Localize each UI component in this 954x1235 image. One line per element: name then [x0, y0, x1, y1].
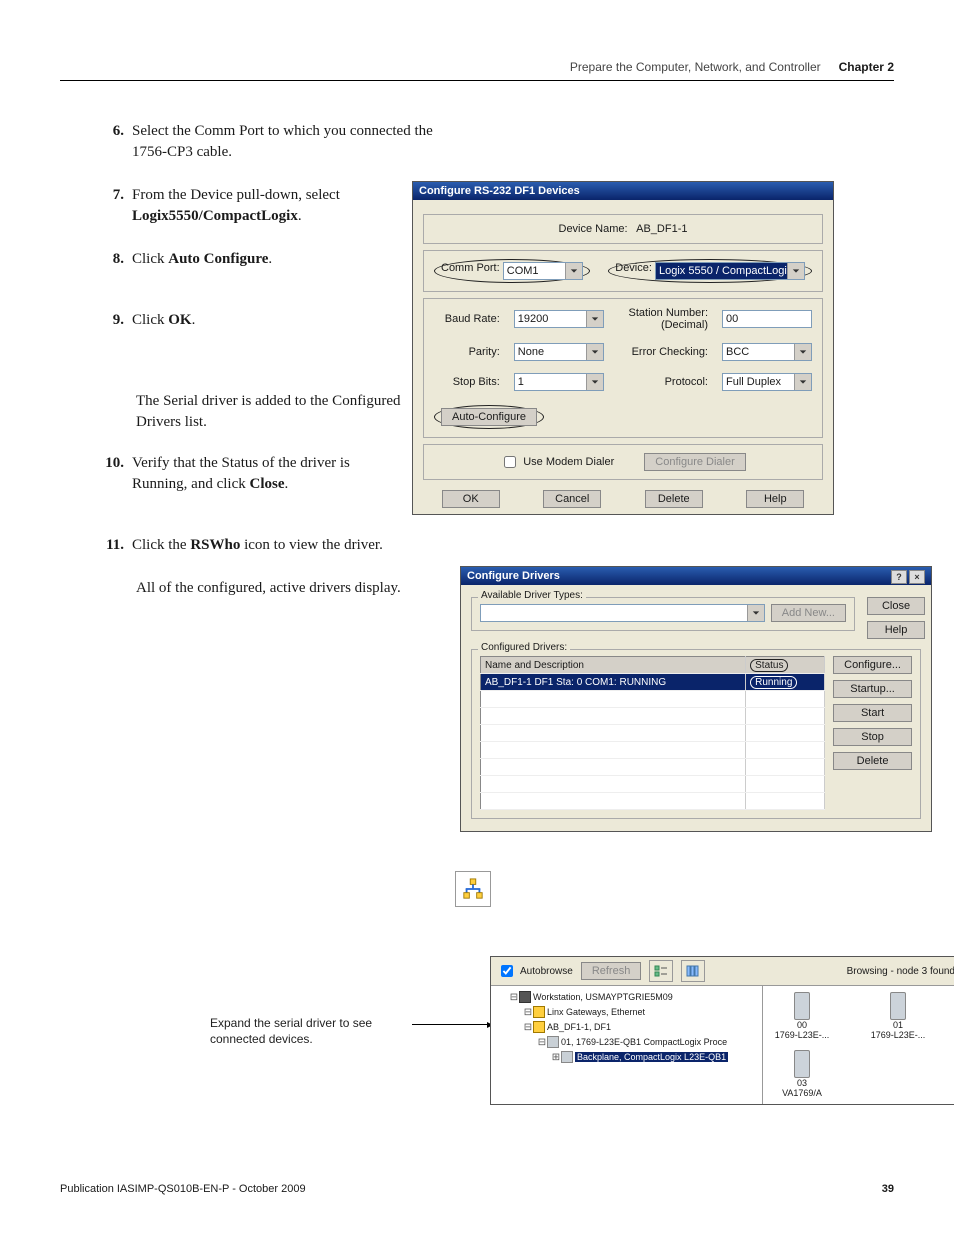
- device-tree[interactable]: ⊟Workstation, USMAYPTGRIE5M09 ⊟Linx Gate…: [491, 986, 763, 1104]
- step-11: 11. Click the RSWho icon to view the dri…: [100, 535, 400, 556]
- chevron-down-icon: [586, 311, 603, 327]
- annotation-expand: Expand the serial driver to see connecte…: [210, 1016, 410, 1047]
- chapter-title: Prepare the Computer, Network, and Contr…: [570, 60, 821, 74]
- module-icon: [794, 1050, 810, 1078]
- use-modem-checkbox[interactable]: Use Modem Dialer: [500, 453, 614, 471]
- table-row[interactable]: [481, 691, 825, 708]
- module-icon: [794, 992, 810, 1020]
- help-icon[interactable]: ?: [891, 570, 907, 584]
- icon-view-icon[interactable]: [681, 960, 705, 982]
- driver-type-combo[interactable]: [480, 604, 765, 622]
- page-number: 39: [882, 1183, 894, 1195]
- network-icon: [533, 1021, 545, 1033]
- workstation-icon: [519, 991, 531, 1003]
- dialog-configure-df1: Configure RS-232 DF1 Devices Device Name…: [412, 181, 834, 515]
- help-button-2[interactable]: Help: [867, 621, 925, 639]
- step-8: 8. Click Auto Configure.: [100, 249, 460, 270]
- backplane-icon: [561, 1051, 573, 1063]
- note-serial-driver: The Serial driver is added to the Config…: [136, 391, 436, 433]
- note-drivers-display: All of the configured, active drivers di…: [136, 578, 436, 599]
- comm-port-callout: Comm Port: COM1: [434, 259, 590, 283]
- proto-combo[interactable]: Full Duplex: [722, 373, 812, 391]
- delete-driver-button[interactable]: Delete: [833, 752, 912, 770]
- device-icon: [547, 1036, 559, 1048]
- device-00[interactable]: 00 1769-L23E-...: [767, 992, 837, 1040]
- auto-configure-button[interactable]: Auto-Configure: [441, 408, 537, 426]
- table-row[interactable]: [481, 725, 825, 742]
- chevron-down-icon: [586, 344, 603, 360]
- ok-button[interactable]: OK: [442, 490, 500, 508]
- device-callout: Device: Logix 5550 / CompactLogix: [608, 259, 812, 283]
- device-name-value: AB_DF1-1: [636, 223, 687, 235]
- chevron-down-icon: [787, 263, 804, 279]
- stop-button[interactable]: Stop: [833, 728, 912, 746]
- tree-selected[interactable]: Backplane, CompactLogix L23E-QB1: [575, 1052, 728, 1062]
- chevron-down-icon: [794, 374, 811, 390]
- errchk-combo[interactable]: BCC: [722, 343, 812, 361]
- configured-drivers-table[interactable]: Name and Description Status AB_DF1-1 DF1…: [480, 656, 825, 810]
- annotation-arrow: [412, 1024, 492, 1025]
- refresh-button[interactable]: Refresh: [581, 962, 642, 980]
- close-icon[interactable]: ×: [909, 570, 925, 584]
- baud-label: Baud Rate:: [445, 313, 500, 325]
- list-view-icon[interactable]: [649, 960, 673, 982]
- parity-label: Parity:: [469, 346, 500, 358]
- network-icon: [533, 1006, 545, 1018]
- table-row[interactable]: [481, 776, 825, 793]
- col-name: Name and Description: [481, 657, 746, 674]
- auto-configure-callout: Auto-Configure: [434, 405, 544, 429]
- step-10: 10. Verify that the Status of the driver…: [100, 453, 400, 495]
- step-7: 7. From the Device pull-down, select Log…: [100, 185, 460, 227]
- startup-button[interactable]: Startup...: [833, 680, 912, 698]
- help-button[interactable]: Help: [746, 490, 804, 508]
- table-row[interactable]: AB_DF1-1 DF1 Sta: 0 COM1: RUNNING Runnin…: [481, 674, 825, 691]
- delete-button[interactable]: Delete: [645, 490, 703, 508]
- device-name-label: Device Name:: [559, 223, 628, 235]
- dialog-configure-drivers: Configure Drivers ? × Available Driver T…: [460, 566, 932, 832]
- dialog1-titlebar: Configure RS-232 DF1 Devices: [413, 182, 833, 200]
- publication-id: Publication IASIMP-QS010B-EN-P - October…: [60, 1183, 306, 1195]
- device-icon-pane: 00 1769-L23E-... 01 1769-L23E-... 03 VA1…: [763, 986, 954, 1104]
- table-row[interactable]: [481, 793, 825, 810]
- station-label: Station Number: (Decimal): [629, 307, 708, 331]
- browse-status: Browsing - node 3 found: [847, 966, 954, 977]
- chapter-number: Chapter 2: [839, 60, 894, 74]
- baud-combo[interactable]: 19200: [514, 310, 604, 328]
- add-new-button[interactable]: Add New...: [771, 604, 846, 622]
- running-header: Prepare the Computer, Network, and Contr…: [60, 60, 894, 81]
- rswho-browser: Autobrowse Refresh Browsing - node 3 fou…: [490, 956, 954, 1105]
- stop-label: Stop Bits:: [453, 376, 500, 388]
- station-input[interactable]: 00: [722, 310, 812, 328]
- chevron-down-icon: [794, 344, 811, 360]
- device-03[interactable]: 03 VA1769/A: [767, 1050, 837, 1098]
- configure-button[interactable]: Configure...: [833, 656, 912, 674]
- dialog2-titlebar: Configure Drivers ? ×: [461, 567, 931, 585]
- table-row[interactable]: [481, 759, 825, 776]
- rswho-icon: [455, 871, 491, 907]
- start-button[interactable]: Start: [833, 704, 912, 722]
- close-button[interactable]: Close: [867, 597, 925, 615]
- errchk-label: Error Checking:: [632, 346, 708, 358]
- device-combo[interactable]: Logix 5550 / CompactLogix: [655, 262, 805, 280]
- page-footer: Publication IASIMP-QS010B-EN-P - October…: [60, 1183, 894, 1195]
- configured-drivers-legend: Configured Drivers:: [478, 642, 570, 653]
- table-row[interactable]: [481, 742, 825, 759]
- parity-combo[interactable]: None: [514, 343, 604, 361]
- step-6: 6. Select the Comm Port to which you con…: [100, 121, 460, 163]
- chevron-down-icon: [586, 374, 603, 390]
- autobrowse-checkbox[interactable]: Autobrowse: [497, 962, 573, 980]
- device-01[interactable]: 01 1769-L23E-...: [863, 992, 933, 1040]
- configure-dialer-button[interactable]: Configure Dialer: [644, 453, 745, 471]
- table-row[interactable]: [481, 708, 825, 725]
- comm-port-combo[interactable]: COM1: [503, 262, 583, 280]
- cancel-button[interactable]: Cancel: [543, 490, 601, 508]
- module-icon: [890, 992, 906, 1020]
- step-9: 9. Click OK.: [100, 310, 460, 331]
- proto-label: Protocol:: [665, 376, 708, 388]
- available-drivers-legend: Available Driver Types:: [478, 590, 586, 601]
- chevron-down-icon: [565, 263, 582, 279]
- stop-combo[interactable]: 1: [514, 373, 604, 391]
- col-status: Status: [746, 657, 825, 674]
- chevron-down-icon: [747, 605, 764, 621]
